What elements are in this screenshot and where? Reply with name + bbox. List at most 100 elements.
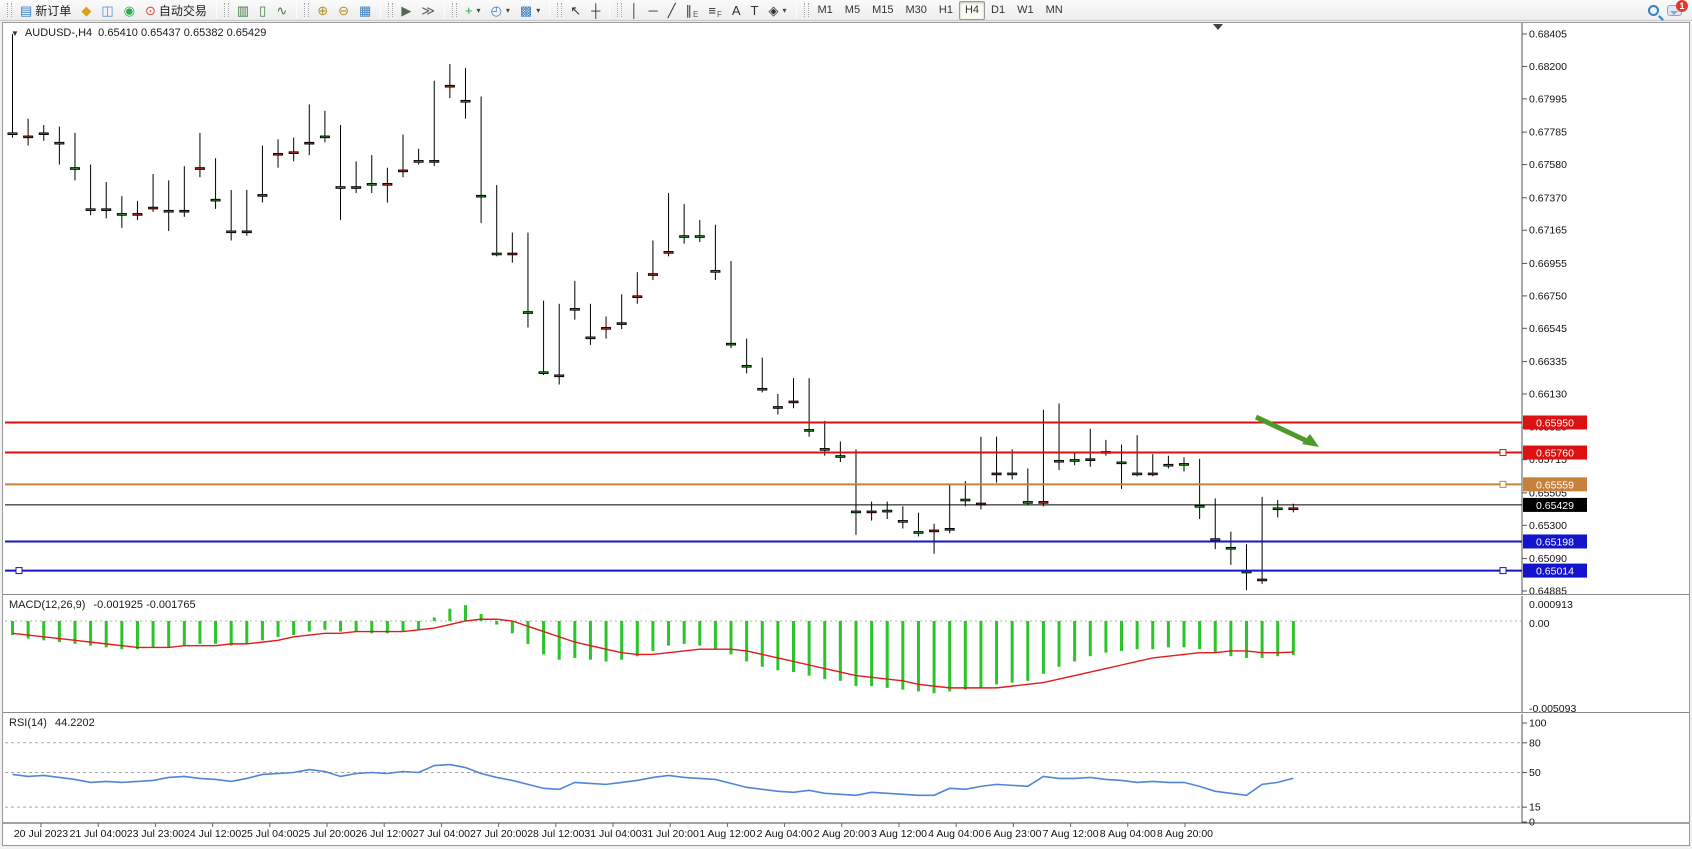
bear-candle[interactable] [55, 142, 64, 144]
bull-candle[interactable] [39, 133, 48, 135]
timeframe-button-w1[interactable]: W1 [1011, 1, 1040, 20]
bear-candle[interactable] [695, 236, 704, 238]
bull-candle[interactable] [773, 407, 782, 409]
bar-chart-button[interactable]: ▥ [232, 1, 254, 20]
bull-candle[interactable] [383, 184, 392, 186]
timeframe-button-m1[interactable]: M1 [812, 1, 839, 20]
line-handle[interactable] [1500, 568, 1506, 574]
bull-candle[interactable] [430, 161, 439, 163]
bull-candle[interactable] [352, 187, 361, 189]
line-chart-button[interactable]: ∿ [271, 1, 292, 20]
time-axis-label[interactable]: 31 Jul 20:00 [642, 828, 699, 840]
bull-candle[interactable] [242, 231, 251, 233]
bull-candle[interactable] [1258, 579, 1267, 581]
channel-button[interactable]: ∥E [681, 1, 704, 20]
bear-candle[interactable] [539, 372, 548, 374]
shapes-button[interactable]: ◈▾ [763, 1, 791, 20]
bear-candle[interactable] [367, 184, 376, 186]
bear-candle[interactable] [1133, 473, 1142, 475]
time-axis-label[interactable]: 24 Jul 12:00 [184, 828, 241, 840]
bear-candle[interactable] [570, 309, 579, 311]
chat-icon[interactable]: 1 [1667, 5, 1682, 16]
bull-candle[interactable] [992, 473, 1001, 475]
bull-candle[interactable] [180, 210, 189, 212]
crosshair-button[interactable]: ┼ [586, 1, 605, 20]
time-axis-label[interactable]: 20 Jul 2023 [14, 828, 68, 840]
time-axis-label[interactable]: 25 Jul 04:00 [241, 828, 298, 840]
bear-candle[interactable] [1070, 460, 1079, 462]
line-handle[interactable] [1500, 450, 1506, 456]
bear-candle[interactable] [758, 388, 767, 390]
time-axis-label[interactable]: 27 Jul 20:00 [470, 828, 527, 840]
bear-candle[interactable] [1008, 473, 1017, 475]
bull-candle[interactable] [648, 274, 657, 276]
bear-candle[interactable] [70, 168, 79, 170]
bear-candle[interactable] [836, 456, 845, 458]
tile-windows-button[interactable]: ▦ [354, 1, 376, 20]
add-indicator-button[interactable]: +▾ [460, 1, 486, 20]
periods-button[interactable]: ◴▾ [486, 1, 515, 20]
trendline-button[interactable]: ╱ [663, 1, 681, 20]
bear-candle[interactable] [805, 430, 814, 432]
bull-candle[interactable] [289, 152, 298, 154]
signal-button[interactable]: ◉ [119, 1, 140, 20]
bear-candle[interactable] [1117, 462, 1126, 464]
cursor-button[interactable]: ↖ [565, 1, 586, 20]
bull-candle[interactable] [633, 296, 642, 298]
bull-candle[interactable] [258, 195, 267, 197]
bear-candle[interactable] [523, 312, 532, 314]
bear-candle[interactable] [883, 510, 892, 512]
bull-candle[interactable] [867, 511, 876, 513]
chart-shift-button[interactable]: ≫ [416, 1, 440, 20]
time-axis-label[interactable]: 25 Jul 20:00 [298, 828, 355, 840]
bear-candle[interactable] [586, 337, 595, 339]
bull-candle[interactable] [399, 170, 408, 172]
timeframe-button-m5[interactable]: M5 [839, 1, 866, 20]
bear-candle[interactable] [414, 161, 423, 163]
arrow-annotation[interactable] [1256, 417, 1307, 441]
bear-candle[interactable] [336, 187, 345, 189]
bear-candle[interactable] [1055, 460, 1064, 462]
timeframe-button-mn[interactable]: MN [1040, 1, 1069, 20]
bull-candle[interactable] [789, 401, 798, 403]
rsi-pane-divider[interactable] [3, 712, 1689, 714]
templates-button[interactable]: ▩▾ [515, 1, 545, 20]
bear-candle[interactable] [492, 253, 501, 255]
time-axis-label[interactable]: 2 Aug 04:00 [757, 828, 813, 840]
label-button[interactable]: T [746, 1, 764, 20]
time-axis-label[interactable]: 7 Aug 12:00 [1043, 828, 1099, 840]
bear-candle[interactable] [86, 209, 95, 211]
text-button[interactable]: A [727, 1, 746, 20]
time-axis-label[interactable]: 8 Aug 04:00 [1100, 828, 1156, 840]
bull-candle[interactable] [445, 85, 454, 87]
candlestick-chart-button[interactable]: ▯ [254, 1, 271, 20]
time-axis-label[interactable]: 3 Aug 12:00 [871, 828, 927, 840]
bear-candle[interactable] [727, 343, 736, 345]
vertical-line-button[interactable]: │ [625, 1, 643, 20]
search-icon[interactable] [1648, 5, 1659, 16]
bull-candle[interactable] [945, 528, 954, 530]
bull-candle[interactable] [508, 253, 517, 255]
line-handle[interactable] [16, 568, 22, 574]
bear-candle[interactable] [1180, 464, 1189, 466]
time-axis-label[interactable]: 1 Aug 12:00 [699, 828, 755, 840]
timeframe-button-m30[interactable]: M30 [899, 1, 932, 20]
bear-candle[interactable] [477, 195, 486, 197]
time-axis-label[interactable]: 6 Aug 23:00 [985, 828, 1041, 840]
bull-candle[interactable] [305, 142, 314, 144]
bull-candle[interactable] [1148, 473, 1157, 475]
autotrade-button[interactable]: ⊙自动交易 [140, 1, 212, 20]
bull-candle[interactable] [24, 136, 33, 138]
bear-candle[interactable] [211, 199, 220, 201]
chart-canvas[interactable]: 0.684050.682000.679950.677850.675800.673… [3, 23, 1689, 845]
time-axis-label[interactable]: 26 Jul 12:00 [356, 828, 413, 840]
time-axis-label[interactable]: 23 Jul 23:00 [127, 828, 184, 840]
bear-candle[interactable] [164, 210, 173, 212]
horizontal-line-button[interactable]: ─ [643, 1, 662, 20]
bull-candle[interactable] [1086, 459, 1095, 461]
time-axis-label[interactable]: 27 Jul 04:00 [413, 828, 470, 840]
time-axis-label[interactable]: 2 Aug 20:00 [814, 828, 870, 840]
auto-scroll-button[interactable]: ▶ [396, 1, 416, 20]
bear-candle[interactable] [461, 100, 470, 102]
profile-button[interactable]: ◫ [96, 1, 118, 20]
